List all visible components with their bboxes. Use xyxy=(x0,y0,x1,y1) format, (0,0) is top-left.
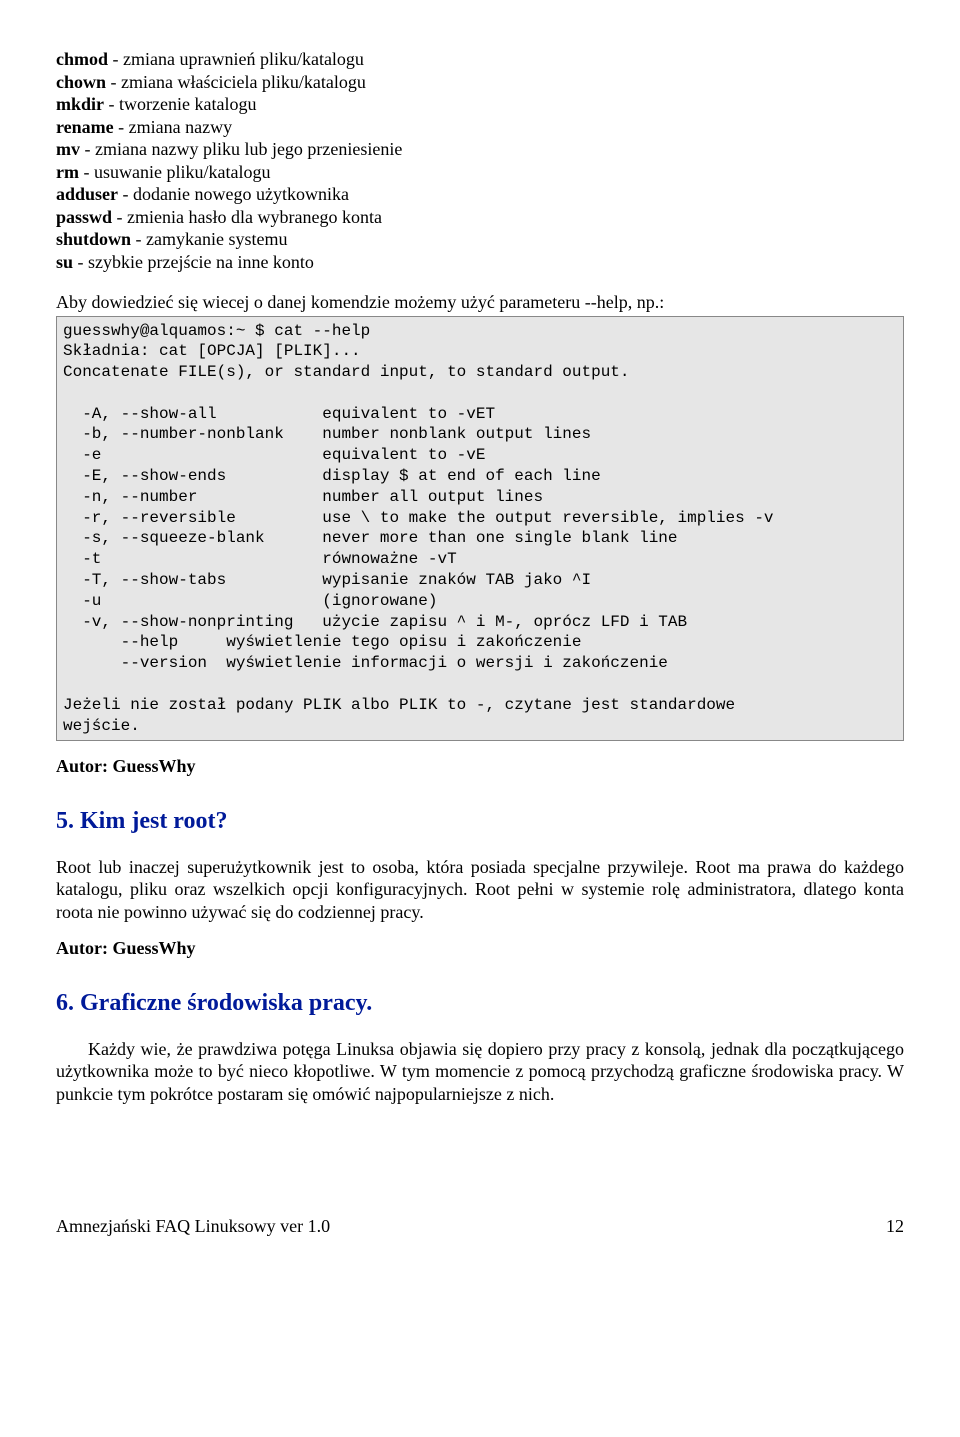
command-name: rm xyxy=(56,162,79,182)
command-name: rename xyxy=(56,117,114,137)
command-desc: - zamykanie systemu xyxy=(131,229,287,249)
command-name: mv xyxy=(56,139,80,159)
command-line: su - szybkie przejście na inne konto xyxy=(56,251,904,274)
author-name: GuessWhy xyxy=(108,938,196,958)
command-desc: - zmienia hasło dla wybranego konta xyxy=(112,207,382,227)
command-desc: - dodanie nowego użytkownika xyxy=(118,184,349,204)
command-line: chown - zmiana właściciela pliku/katalog… xyxy=(56,71,904,94)
author-label: Autor: xyxy=(56,756,108,776)
command-line: rm - usuwanie pliku/katalogu xyxy=(56,161,904,184)
command-name: su xyxy=(56,252,73,272)
terminal-output: guesswhy@alquamos:~ $ cat --help Składni… xyxy=(56,316,904,742)
command-name: shutdown xyxy=(56,229,131,249)
author-name: GuessWhy xyxy=(108,756,196,776)
command-line: shutdown - zamykanie systemu xyxy=(56,228,904,251)
section-5-heading: 5. Kim jest root? xyxy=(56,806,904,836)
section-5-text: Root lub inaczej superużytkownik jest to… xyxy=(56,856,904,924)
author-line-1: Autor: GuessWhy xyxy=(56,755,904,778)
command-list: chmod - zmiana uprawnień pliku/kataloguc… xyxy=(56,48,904,273)
command-desc: - usuwanie pliku/katalogu xyxy=(79,162,270,182)
command-desc: - zmiana właściciela pliku/katalogu xyxy=(106,72,366,92)
section-6-text: Każdy wie, że prawdziwa potęga Linuksa o… xyxy=(56,1038,904,1106)
command-line: mv - zmiana nazwy pliku lub jego przenie… xyxy=(56,138,904,161)
command-line: mkdir - tworzenie katalogu xyxy=(56,93,904,116)
command-line: chmod - zmiana uprawnień pliku/katalogu xyxy=(56,48,904,71)
page-footer: Amnezjański FAQ Linuksowy ver 1.0 12 xyxy=(56,1215,904,1238)
help-intro-text: Aby dowiedzieć się wiecej o danej komend… xyxy=(56,291,904,314)
command-name: mkdir xyxy=(56,94,104,114)
author-line-2: Autor: GuessWhy xyxy=(56,937,904,960)
command-desc: - szybkie przejście na inne konto xyxy=(73,252,314,272)
command-name: adduser xyxy=(56,184,118,204)
section-6-heading: 6. Graficzne środowiska pracy. xyxy=(56,988,904,1018)
command-desc: - tworzenie katalogu xyxy=(104,94,256,114)
command-name: chmod xyxy=(56,49,108,69)
command-line: adduser - dodanie nowego użytkownika xyxy=(56,183,904,206)
author-label: Autor: xyxy=(56,938,108,958)
command-desc: - zmiana nazwy pliku lub jego przeniesie… xyxy=(80,139,402,159)
command-desc: - zmiana uprawnień pliku/katalogu xyxy=(108,49,364,69)
command-line: rename - zmiana nazwy xyxy=(56,116,904,139)
command-line: passwd - zmienia hasło dla wybranego kon… xyxy=(56,206,904,229)
footer-title: Amnezjański FAQ Linuksowy ver 1.0 xyxy=(56,1215,330,1238)
command-name: passwd xyxy=(56,207,112,227)
command-name: chown xyxy=(56,72,106,92)
command-desc: - zmiana nazwy xyxy=(114,117,232,137)
footer-page-number: 12 xyxy=(886,1215,904,1238)
